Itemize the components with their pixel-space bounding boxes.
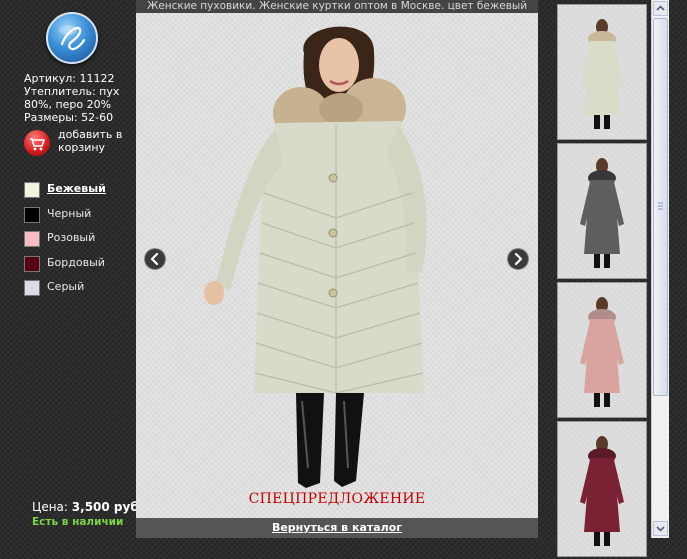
page-title: Женские пуховики. Женские куртки оптом в… [136, 0, 538, 13]
product-thumbnail[interactable] [557, 143, 647, 279]
product-specs: Артикул: 11122 Утеплитель: пух 80%, перо… [24, 72, 120, 124]
color-swatch [24, 255, 40, 272]
shopping-cart-icon [24, 130, 50, 156]
availability-status: Есть в наличии [32, 516, 124, 528]
color-label: Черный [47, 206, 92, 220]
price: Цена: 3,500 руб. [32, 500, 143, 514]
add-to-cart-label: добавить в корзину [58, 128, 123, 154]
scroll-up-button[interactable] [653, 1, 668, 16]
triangle-down-icon [656, 526, 665, 532]
thumbnail-scrollbar[interactable] [651, 0, 669, 538]
thumbnail-image [580, 297, 624, 407]
previous-image-button[interactable] [145, 249, 165, 269]
grip-icon [658, 202, 663, 210]
scroll-thumb[interactable] [653, 18, 668, 396]
product-image-viewer: СПЕЦПРЕДЛОЖЕНИЕ [136, 13, 538, 518]
next-image-button[interactable] [508, 249, 528, 269]
logo-icon[interactable] [46, 12, 98, 64]
triangle-up-icon [656, 5, 665, 11]
thumbnail-image [580, 158, 624, 268]
special-offer-label: СПЕЦПРЕДЛОЖЕНИЕ [248, 491, 426, 507]
article-number: Артикул: 11122 [24, 72, 115, 85]
scroll-down-button[interactable] [653, 521, 668, 536]
price-label: Цена: [32, 500, 68, 514]
color-swatch [24, 206, 40, 223]
catalog-bar: Вернуться в каталог [136, 518, 538, 538]
color-swatch [24, 182, 40, 198]
product-thumbnail[interactable] [557, 4, 647, 140]
chevron-right-icon [514, 252, 523, 266]
color-label: Серый [47, 280, 85, 293]
insulation-info: Утеплитель: пух 80%, перо 20% [24, 85, 120, 111]
thumbnail-image [580, 436, 624, 546]
color-label: Бордовый [47, 255, 105, 269]
product-thumbnail[interactable] [557, 421, 647, 557]
back-to-catalog-link[interactable]: Вернуться в каталог [272, 521, 402, 534]
color-swatch [24, 231, 40, 247]
add-to-cart-button[interactable]: добавить в корзину [24, 128, 134, 158]
chevron-left-icon [150, 252, 159, 266]
sizes-info: Размеры: 52-60 [24, 111, 114, 124]
thumbnail-image [580, 19, 624, 129]
product-thumbnail[interactable] [557, 282, 647, 418]
color-label: Розовый [47, 231, 96, 244]
color-swatch [24, 280, 40, 296]
price-value: 3,500 руб. [71, 500, 144, 514]
product-photo [204, 26, 427, 488]
color-label: Бежевый [47, 182, 106, 195]
